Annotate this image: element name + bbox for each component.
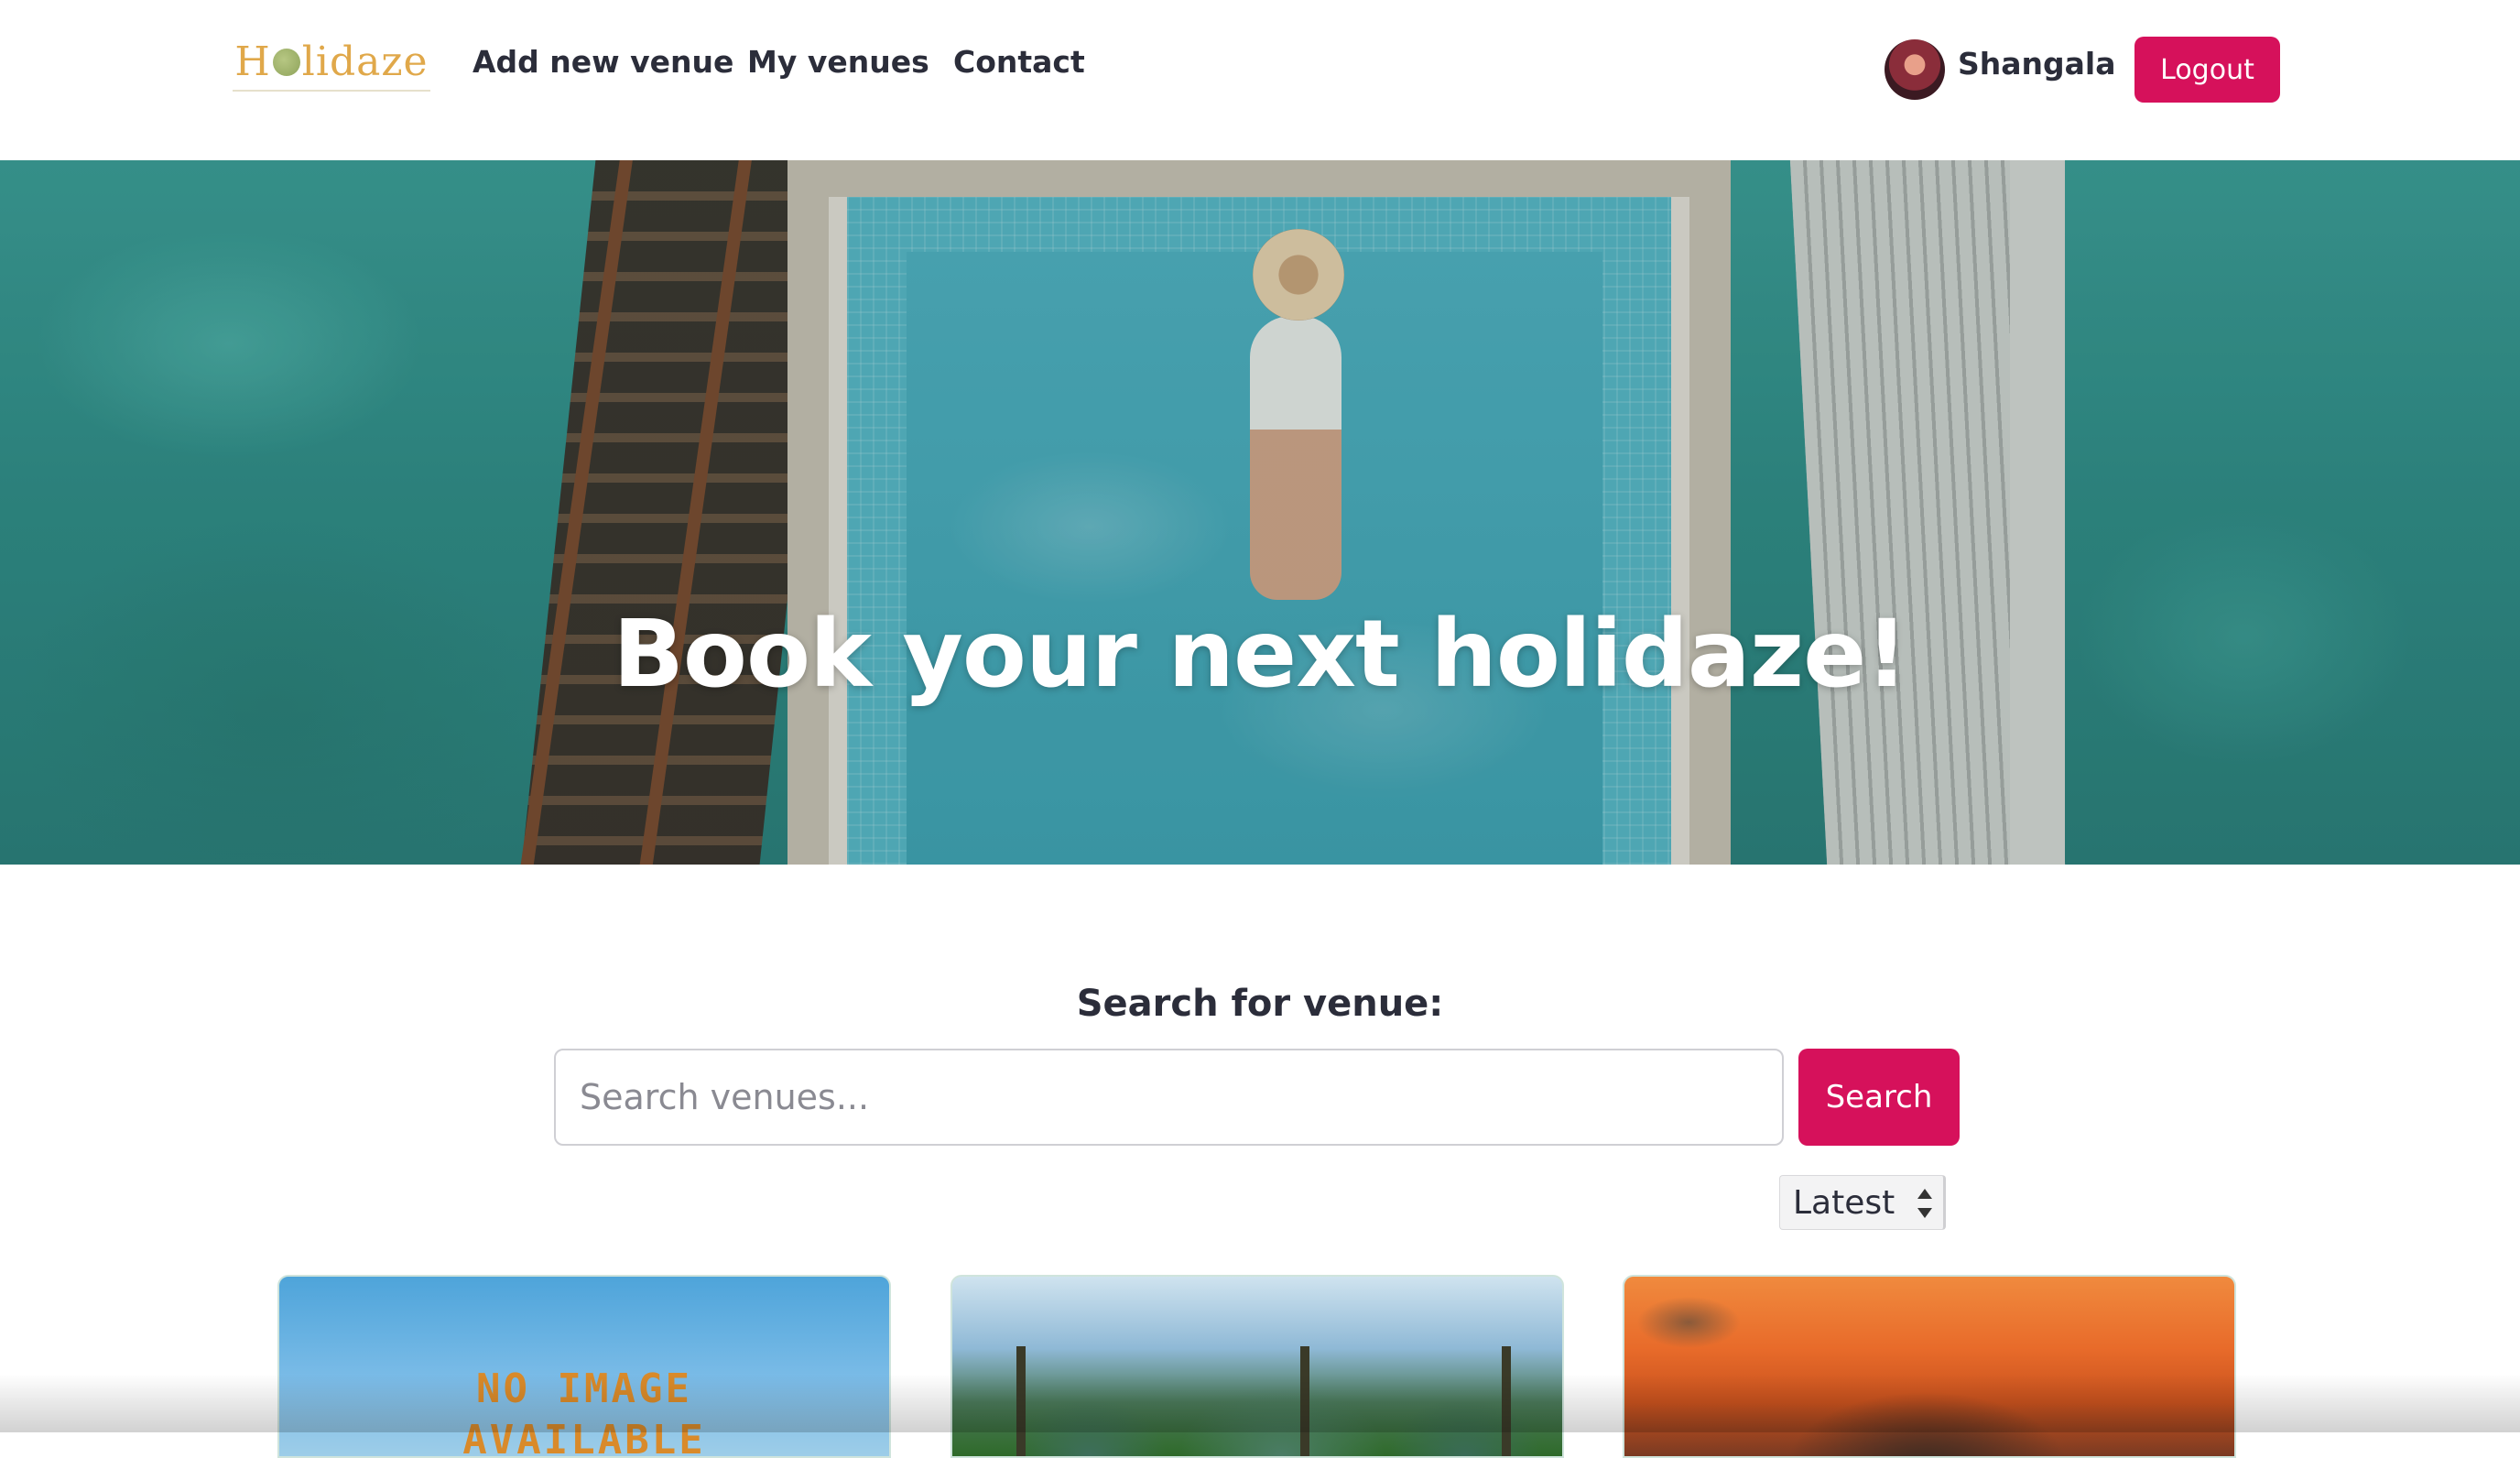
venue-image-palm <box>1016 1346 1026 1456</box>
hero-title: Book your next holidaze! <box>613 600 1908 709</box>
nav-link-my-venues[interactable]: My venues <box>747 44 929 80</box>
top-navbar: Hlidaze Add new venue My venues Contact … <box>0 0 2520 160</box>
arrow-up-icon <box>1917 1189 1932 1199</box>
search-title: Search for venue: <box>1076 983 1444 1025</box>
venue-image-mountains <box>952 1346 1562 1456</box>
no-image-placeholder: NO IMAGE AVAILABLE <box>279 1364 889 1458</box>
logo-sun-icon <box>272 49 300 76</box>
venue-image-palm <box>1502 1346 1511 1456</box>
holidaze-logo[interactable]: Hlidaze <box>233 33 430 92</box>
sort-selected-value: Latest <box>1793 1183 1895 1222</box>
search-input[interactable] <box>554 1049 1784 1146</box>
user-avatar[interactable] <box>1885 39 1945 100</box>
venue-card[interactable] <box>950 1275 1564 1458</box>
nav-link-add-new-venue[interactable]: Add new venue <box>472 44 733 80</box>
sort-arrows-icon <box>1917 1189 1932 1218</box>
arrow-down-icon <box>1917 1208 1932 1218</box>
hero-overlay <box>0 160 2520 865</box>
venue-card[interactable]: NO IMAGE AVAILABLE <box>277 1275 891 1458</box>
no-image-text-line1: NO IMAGE <box>476 1366 692 1412</box>
venue-image-fantasy <box>1624 1277 2234 1456</box>
sort-select[interactable]: Latest <box>1779 1175 1946 1230</box>
username-label[interactable]: Shangala <box>1958 46 2116 82</box>
nav-link-contact[interactable]: Contact <box>953 44 1085 80</box>
logout-button[interactable]: Logout <box>2134 37 2280 103</box>
logo-letter-h: H <box>234 38 271 85</box>
logo-text: lidaze <box>301 38 429 85</box>
no-image-text-line2: AVAILABLE <box>462 1417 706 1458</box>
search-button[interactable]: Search <box>1798 1049 1960 1146</box>
venue-card[interactable] <box>1623 1275 2236 1458</box>
hero-banner: Book your next holidaze! <box>0 160 2520 865</box>
venue-image-palm <box>1300 1346 1309 1456</box>
